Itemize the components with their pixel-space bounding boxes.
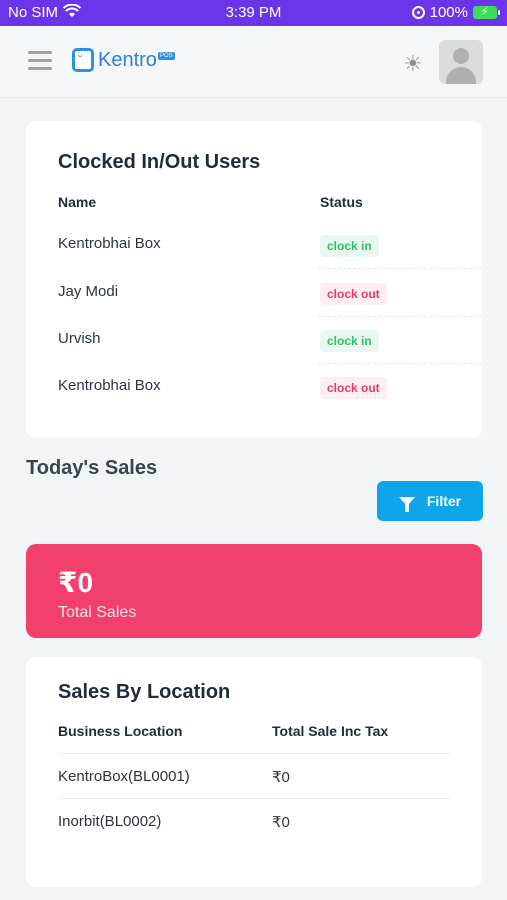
total-sales-label: Total Sales bbox=[58, 604, 137, 621]
avatar-icon[interactable] bbox=[439, 40, 483, 84]
column-header-location: Business Location bbox=[58, 723, 183, 739]
app-header: Kentro POS ☀ bbox=[0, 26, 507, 98]
location-name: Inorbit(BL0002) bbox=[58, 813, 162, 830]
clocked-users-title: Clocked In/Out Users bbox=[58, 151, 261, 173]
location-total: ₹0 bbox=[272, 814, 290, 831]
user-name: Kentrobhai Box bbox=[58, 235, 161, 252]
sales-by-location-card: Sales By Location Business Location Tota… bbox=[26, 657, 482, 887]
battery-percent: 100% bbox=[429, 4, 468, 21]
status-bar: No SIM 3:39 PM 100% ⚡ bbox=[0, 0, 507, 26]
logo-badge: POS bbox=[157, 52, 175, 60]
filter-button[interactable]: Filter bbox=[377, 481, 483, 521]
user-name: Jay Modi bbox=[58, 283, 119, 300]
user-row: Jay Modi clock out bbox=[58, 269, 482, 316]
user-row: Kentrobhai Box clock in bbox=[58, 221, 482, 268]
user-name: Kentrobhai Box bbox=[58, 377, 161, 394]
table-row: Inorbit(BL0002) ₹0 bbox=[58, 798, 450, 843]
column-header-status: Status bbox=[320, 194, 363, 210]
table-row: KentroBox(BL0001) ₹0 bbox=[58, 753, 450, 798]
filter-label: Filter bbox=[426, 493, 462, 509]
orientation-lock-icon bbox=[411, 6, 425, 19]
column-header-total: Total Sale Inc Tax bbox=[272, 723, 389, 739]
status-badge: clock in bbox=[320, 235, 379, 257]
status-badge: clock in bbox=[320, 330, 379, 352]
user-row: Urvish clock in bbox=[58, 316, 482, 363]
logo-text: Kentro bbox=[98, 48, 157, 71]
app-logo: Kentro POS bbox=[72, 48, 175, 72]
location-total: ₹0 bbox=[272, 769, 290, 786]
user-name: Urvish bbox=[58, 330, 101, 347]
clocked-users-card: Clocked In/Out Users Name Status Kentrob… bbox=[26, 121, 482, 438]
filter-icon bbox=[398, 496, 415, 512]
status-badge: clock out bbox=[320, 377, 387, 399]
logo-icon bbox=[72, 48, 94, 72]
user-row: Kentrobhai Box clock out bbox=[58, 363, 482, 410]
sun-icon[interactable]: ☀ bbox=[403, 51, 423, 77]
sales-by-location-title: Sales By Location bbox=[58, 681, 231, 703]
total-sales-card: ₹0 Total Sales bbox=[26, 544, 482, 638]
column-header-name: Name bbox=[58, 194, 97, 210]
total-sales-amount: ₹0 bbox=[58, 567, 94, 598]
hamburger-menu-icon[interactable] bbox=[28, 51, 52, 71]
location-name: KentroBox(BL0001) bbox=[58, 768, 190, 785]
todays-sales-heading: Today's Sales bbox=[26, 457, 158, 479]
status-badge: clock out bbox=[320, 283, 387, 305]
battery-charging-icon: ⚡ bbox=[473, 6, 500, 19]
